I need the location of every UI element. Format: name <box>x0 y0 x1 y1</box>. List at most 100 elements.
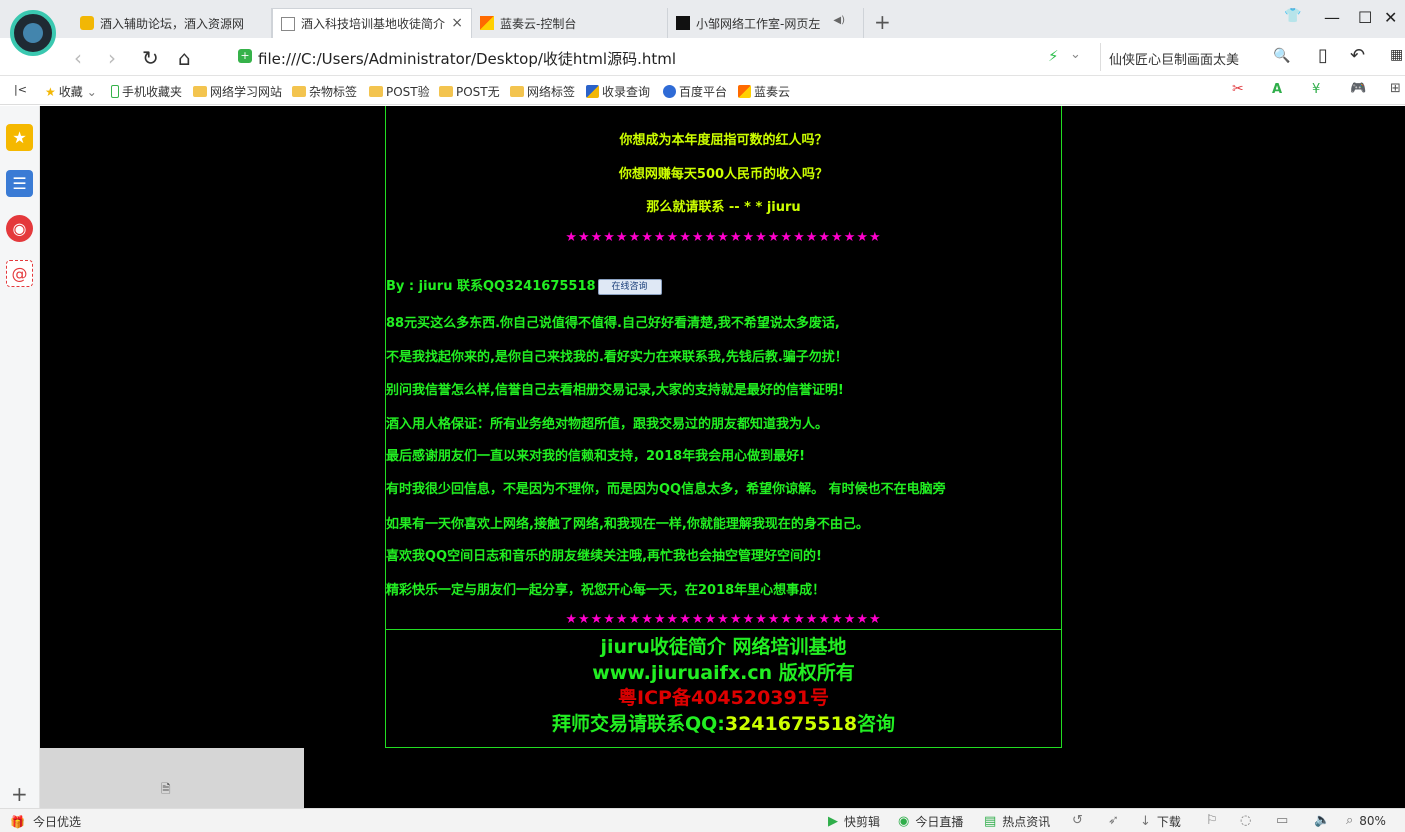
bookmark-favorites[interactable]: ★ 收藏 ⌄ <box>45 83 97 100</box>
footer-contact: 拜师交易请联系QQ:3241675518咨询 <box>386 709 1061 736</box>
download-button[interactable]: ↓ 下载 <box>1140 813 1181 830</box>
collapse-icon[interactable]: |< <box>14 83 27 96</box>
headline-1: 你想成为本年度屈指可数的红人吗？ <box>619 133 828 148</box>
home-button[interactable]: ⌂ <box>178 46 191 70</box>
hot-news[interactable]: ▤ 热点资讯 <box>984 813 1050 830</box>
folder-icon <box>439 86 453 97</box>
zoom-icon: ⌕ <box>1346 813 1354 828</box>
maximize-button[interactable]: ☐ <box>1358 8 1372 27</box>
black-square-icon <box>676 16 690 30</box>
star-icon: ★ <box>45 84 56 99</box>
translate-icon[interactable]: A <box>1272 82 1282 97</box>
address-url[interactable]: file:///C:/Users/Administrator/Desktop/收… <box>258 48 676 69</box>
contact-prefix: 拜师交易请联系QQ: <box>551 713 725 735</box>
status-label: 今日优选 <box>32 815 81 829</box>
footer-site: www.jiuruaifx.cn 版权所有 <box>592 662 855 684</box>
stars-divider: ★★★★★★★★★★★★★★★★★★★★★★★★★ <box>565 612 882 627</box>
logo-glow <box>23 23 43 43</box>
chat-icon[interactable]: ◌ <box>1240 813 1251 828</box>
skin-icon[interactable]: 👕 <box>1284 8 1301 24</box>
bookmark-folder[interactable]: POST验 <box>369 83 430 100</box>
address-bar[interactable]: + file:///C:/Users/Administrator/Desktop… <box>230 43 1090 71</box>
bookmark-folder[interactable]: 网络学习网站 <box>193 83 282 100</box>
chevron-down-icon[interactable]: ⌄ <box>1070 47 1081 62</box>
tab-title: 蓝奏云-控制台 <box>500 16 577 31</box>
favorites-star-icon[interactable]: ★ <box>6 124 33 151</box>
bookmark-mobile[interactable]: 手机收藏夹 <box>111 83 182 100</box>
reload-button[interactable]: ↻ <box>142 46 159 70</box>
bookmark-label: 手机收藏夹 <box>122 85 183 99</box>
download-icon: ↓ <box>1140 814 1151 829</box>
bookmark-label: 蓝奏云 <box>754 85 791 99</box>
grid-icon[interactable]: ▦ <box>1390 47 1403 63</box>
mail-icon[interactable]: @ <box>6 260 33 287</box>
zoom-level: 80% <box>1359 813 1386 828</box>
new-tab-button[interactable]: + <box>874 10 891 34</box>
today-deals[interactable]: 🎁 今日优选 <box>10 813 81 830</box>
history-icon[interactable]: ↺ <box>1072 813 1083 828</box>
paragraph: 喜欢我QQ空间日志和音乐的朋友继续关注哦,再忙我也会抽空管理好空间的! <box>386 549 822 564</box>
tab-title: 酒入科技培训基地收徒简介 <box>301 17 446 31</box>
paragraph: 如果有一天你喜欢上网络,接触了网络,和我现在一样,你就能理解我现在的身不由己。 <box>386 517 869 532</box>
headline-2: 你想网赚每天500人民币的收入吗？ <box>618 167 829 182</box>
content-frame: 你想成为本年度屈指可数的红人吗？ 你想网赚每天500人民币的收入吗？ 那么就请联… <box>385 106 1062 630</box>
paragraph: 最后感谢朋友们一直以来对我的信赖和支持，2018年我会用心做到最好! <box>386 449 806 464</box>
game-icon[interactable]: 🎮 <box>1350 81 1366 96</box>
audio-icon[interactable]: ◀) <box>833 15 845 26</box>
lanzou-icon <box>480 16 494 30</box>
online-consult-button[interactable]: 在线咨询 <box>597 278 662 295</box>
clip-icon: ▶ <box>828 814 838 829</box>
tab-2[interactable]: 蓝奏云-控制台 <box>472 8 668 38</box>
footer-title: jiuru收徒简介 网络培训基地 <box>600 636 847 658</box>
weibo-icon[interactable]: ◉ <box>6 215 33 242</box>
bookmark-baidu[interactable]: 百度平台 <box>663 83 727 100</box>
bookmark-site[interactable]: 收录查询 <box>586 83 650 100</box>
bookmark-label: 收藏 <box>58 85 83 99</box>
status-bar: 🎁 今日优选 ▶ 快剪辑 ◉ 今日直播 ▤ 热点资讯 ↺ ➶ ↓ 下载 ⚐ ◌ ▭ 🔈 ⌕… <box>0 808 1405 832</box>
mute-icon[interactable]: 🔈 <box>1314 813 1330 828</box>
forward-button[interactable]: › <box>108 46 116 70</box>
tab-close-icon[interactable]: × <box>451 15 463 31</box>
lightning-icon[interactable]: ⚡ <box>1048 47 1059 65</box>
paragraph: 精彩快乐一定与朋友们一起分享，祝您开心每一天，在2018年里心想事成！ <box>386 583 826 598</box>
phone-icon[interactable]: ▯ <box>1318 45 1328 66</box>
bookmark-folder[interactable]: 杂物标签 <box>292 83 357 100</box>
tab-0[interactable]: 酒入辅助论坛，酒入资源网 <box>72 8 272 38</box>
close-window-button[interactable]: ✕ <box>1384 8 1397 27</box>
tab-title: 酒入辅助论坛，酒入资源网 <box>100 16 245 31</box>
scissors-icon[interactable]: ✂ <box>1232 81 1244 97</box>
search-input[interactable]: 仙侠匠心巨制画面太美 <box>1109 49 1239 68</box>
lanzou-icon <box>738 85 751 98</box>
search-box[interactable]: 仙侠匠心巨制画面太美 🔍 <box>1100 43 1290 71</box>
paragraph: 有时我很少回信息，不是因为不理你，而是因为QQ信息太多，希望你谅解。 有时候也不… <box>386 482 946 497</box>
yen-icon[interactable]: ¥ <box>1312 82 1320 97</box>
quick-edit[interactable]: ▶ 快剪辑 <box>828 813 880 830</box>
news-icon: ▤ <box>984 814 997 829</box>
back-button[interactable]: ‹ <box>74 46 82 70</box>
shield-icon: + <box>238 49 252 63</box>
browser-logo-icon[interactable] <box>10 10 56 56</box>
live-today[interactable]: ◉ 今日直播 <box>898 813 963 830</box>
minimize-button[interactable]: — <box>1324 8 1340 27</box>
trophy-icon <box>80 16 94 30</box>
search-icon[interactable]: 🔍 <box>1273 48 1290 64</box>
bookmark-folder[interactable]: 网络标签 <box>510 83 575 100</box>
window-icon[interactable]: ▭ <box>1276 813 1288 828</box>
zoom-control[interactable]: ⌕ 80% <box>1346 813 1386 828</box>
tab-1[interactable]: 酒入科技培训基地收徒简介 × <box>272 8 472 38</box>
document-icon[interactable]: 🗎 <box>161 780 171 801</box>
live-icon: ◉ <box>898 814 910 829</box>
paragraph: 别问我信誉怎么样,信誉自己去看相册交易记录,大家的支持就是最好的信誉证明! <box>386 383 844 398</box>
bookmark-lanzou[interactable]: 蓝奏云 <box>738 83 790 100</box>
gift-icon: 🎁 <box>10 814 25 829</box>
bookmark-folder[interactable]: POST无 <box>439 83 500 100</box>
undo-icon[interactable]: ↶ <box>1350 45 1365 66</box>
apps-icon[interactable]: ⊞ <box>1390 81 1401 96</box>
add-sidebar-button[interactable]: + <box>11 782 28 806</box>
tab-3[interactable]: 小邹网络工作室-网页左 ◀) <box>668 8 864 38</box>
by-line: By : jiuru 联系QQ3241675518 在线咨询 <box>386 275 662 295</box>
reader-list-icon[interactable]: ☰ <box>6 170 33 197</box>
flag-icon[interactable]: ⚐ <box>1206 813 1218 828</box>
status-label: 热点资讯 <box>1002 815 1051 829</box>
rocket-icon[interactable]: ➶ <box>1108 813 1119 828</box>
